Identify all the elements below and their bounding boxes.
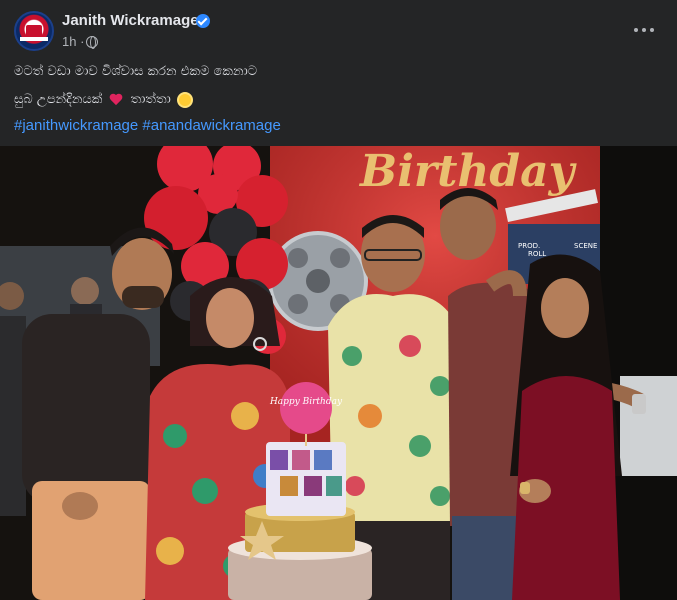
post-header: Janith Wickramage 1h · xyxy=(0,0,677,58)
avatar-logo-band xyxy=(20,37,48,41)
post-meta: 1h · xyxy=(62,34,84,49)
cake-topper-text: Happy Birthday xyxy=(269,397,343,407)
dot-icon xyxy=(642,28,646,32)
more-options-button[interactable] xyxy=(628,18,660,42)
clapper-label-prod: PROD. xyxy=(518,242,540,250)
cake-topper xyxy=(280,382,332,434)
caption-line-2-text: සුබ උපන්දිනයක් xyxy=(14,92,103,107)
verified-badge-icon xyxy=(196,14,210,28)
caption-line-2: සුබ උපන්දිනයක් තාත්තා xyxy=(14,92,191,107)
post-time[interactable]: 1h xyxy=(62,34,76,49)
avatar-logo-mark xyxy=(26,25,42,37)
facebook-post: Janith Wickramage 1h · මටත් වඩා මාව විශ්… xyxy=(0,0,677,600)
meta-separator: · xyxy=(80,34,85,49)
hashtags: #janithwickramage #anandawickramage xyxy=(14,117,281,134)
author-name[interactable]: Janith Wickramage xyxy=(62,12,199,29)
caption-line-2-suffix: තාත්තා xyxy=(130,92,171,107)
caption-line-1: මටත් වඩා මාව විශ්වාස කරන එකම කෙනාට xyxy=(14,64,258,79)
clapper-label-scene: SCENE xyxy=(574,242,597,250)
author-avatar[interactable] xyxy=(14,11,54,51)
dot-icon xyxy=(634,28,638,32)
globe-icon[interactable] xyxy=(86,36,98,49)
photo-illustration: Birthday PROD. ROLL SCENE Happy Birthday xyxy=(0,146,677,600)
sun-icon xyxy=(178,93,191,106)
red-heart-icon xyxy=(109,94,123,106)
hashtag-link[interactable]: #janithwickramage xyxy=(14,117,138,134)
dot-icon xyxy=(650,28,654,32)
clapper-label-roll: ROLL xyxy=(528,250,546,258)
hashtag-link[interactable]: #anandawickramage xyxy=(142,117,280,134)
post-photo[interactable]: Birthday PROD. ROLL SCENE Happy Birthday xyxy=(0,146,677,600)
